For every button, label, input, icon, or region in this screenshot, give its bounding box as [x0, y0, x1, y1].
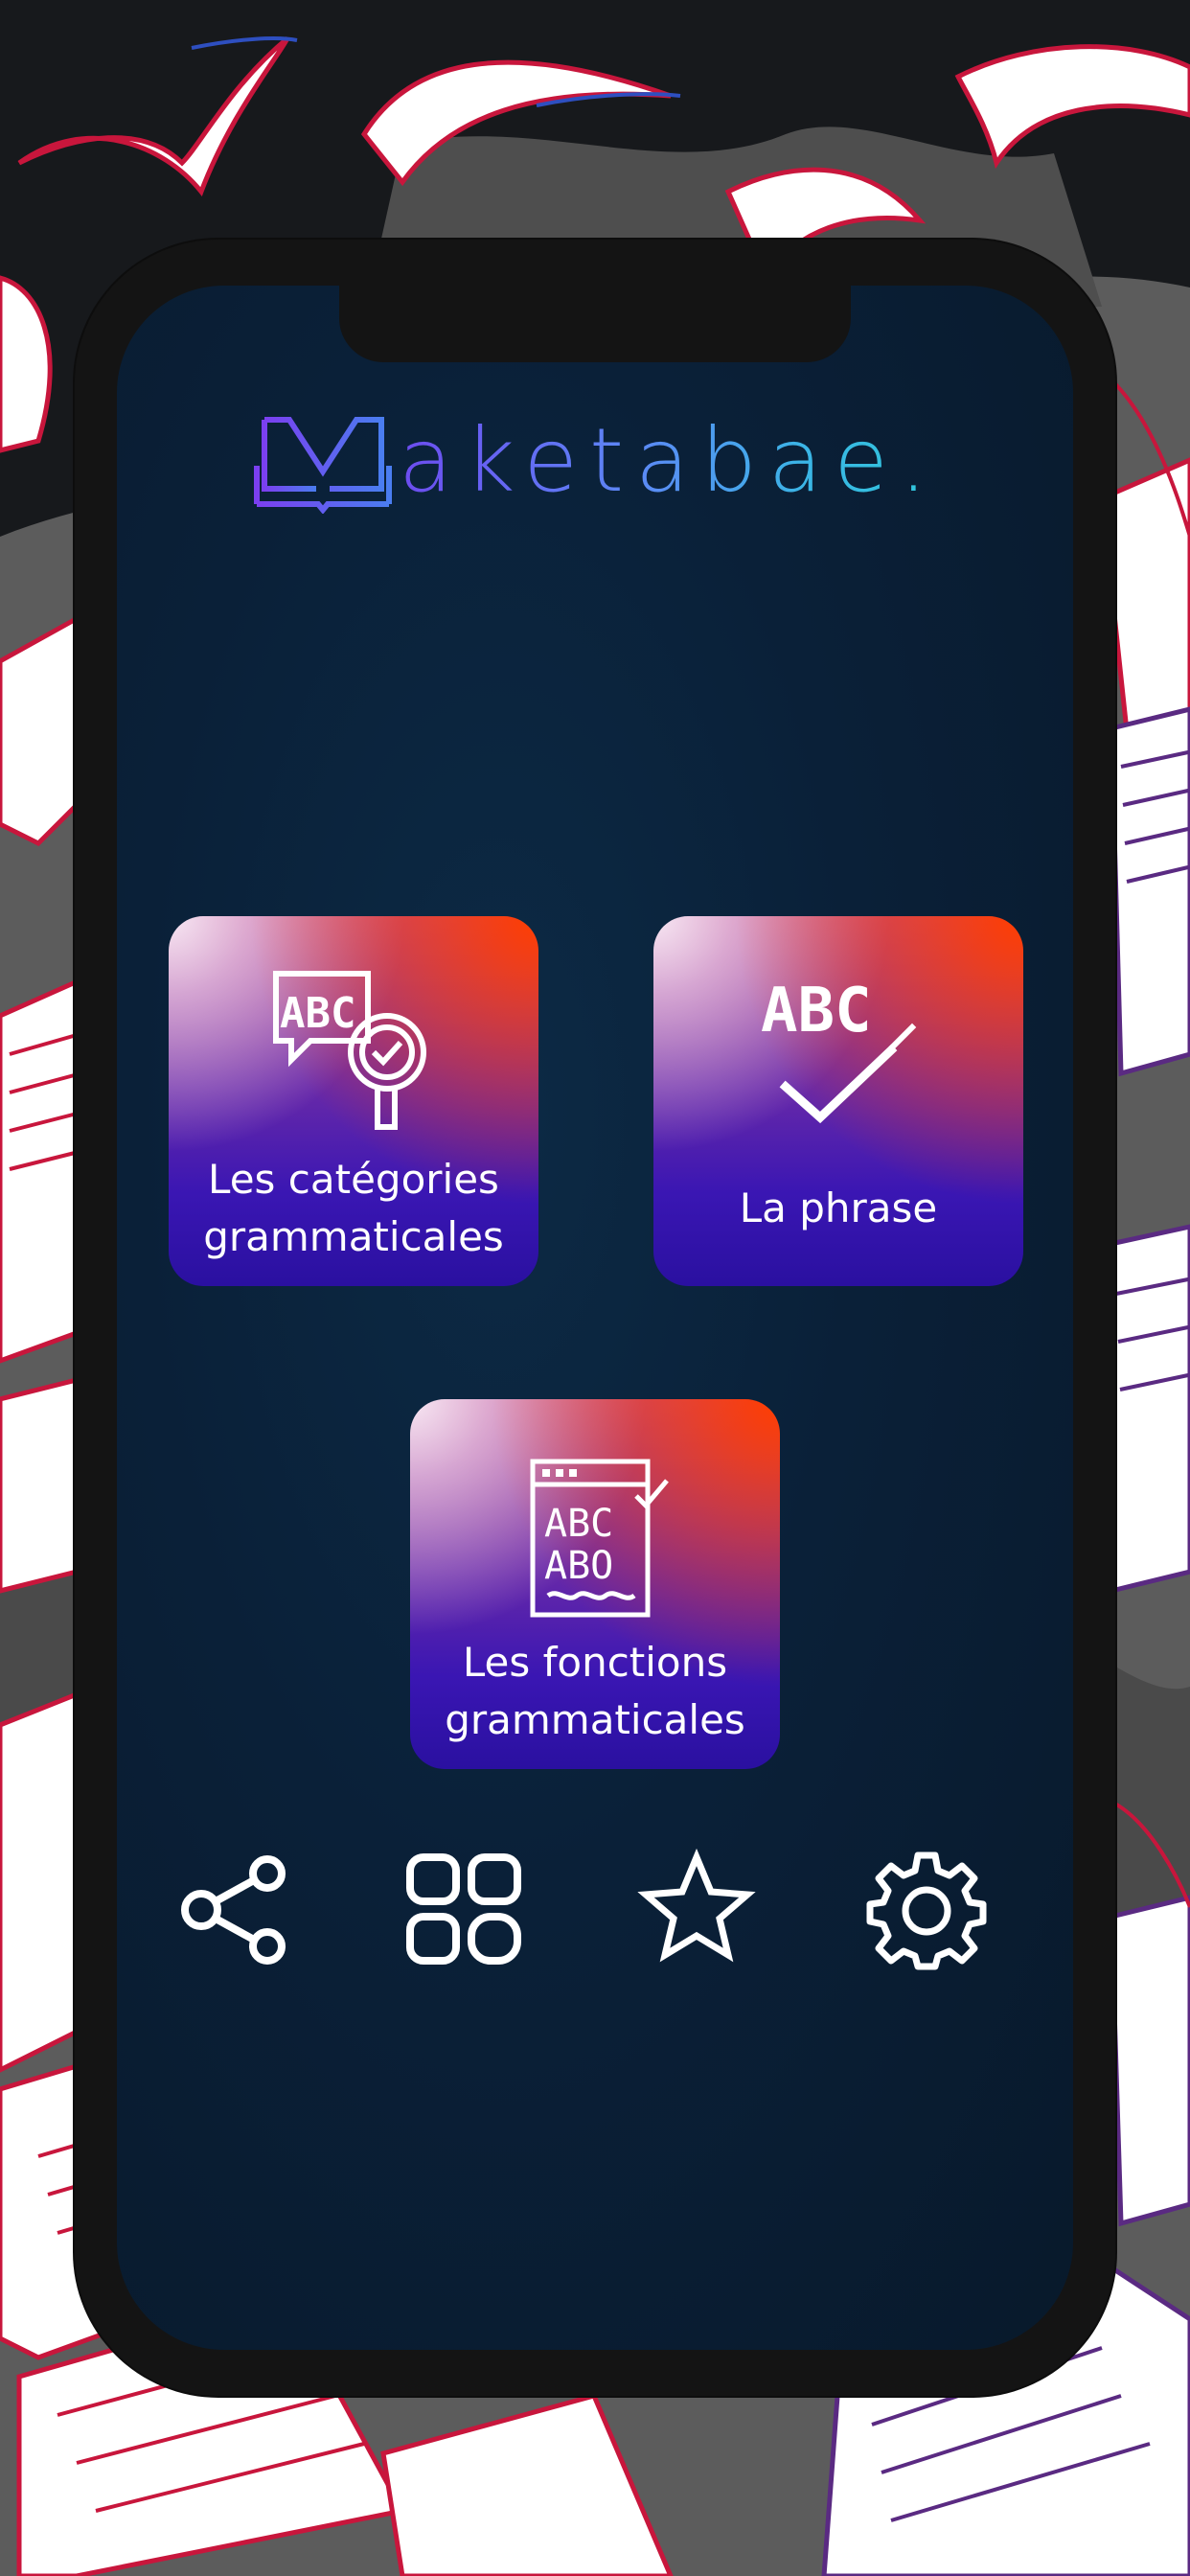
share-icon: [181, 1855, 286, 1965]
abc-check-pencil-icon: ABC: [761, 976, 917, 1124]
tile-label: Les fonctions grammaticales: [445, 1639, 745, 1743]
phone-frame: aketabae. ABC Les catégories grammatical…: [75, 240, 1115, 2396]
share-button[interactable]: [176, 1848, 301, 1972]
abc-document-check-icon: ABC ABO: [530, 1459, 669, 1618]
open-book-m-logo-icon: [254, 417, 392, 514]
tile-label: Les catégories grammaticales: [203, 1156, 504, 1260]
tile-grammatical-categories[interactable]: ABC Les catégories grammaticales: [169, 916, 538, 1286]
doc-icon-text-1: ABC: [544, 1502, 613, 1546]
app-name: aketabae.: [399, 409, 940, 512]
app-logo: aketabae.: [251, 399, 941, 523]
doc-icon-text-2: ABO: [544, 1544, 613, 1588]
phone-notch: [339, 286, 851, 362]
gear-icon: [866, 1852, 987, 1970]
tile-grammatical-functions[interactable]: ABC ABO Les fonctions grammaticales: [410, 1399, 780, 1769]
categories-icon-text: ABC: [280, 989, 355, 1038]
tile-label: La phrase: [739, 1184, 938, 1231]
grid-icon: [406, 1853, 521, 1965]
bottom-action-bar: [155, 1848, 1037, 1982]
abc-magnifier-check-icon: ABC: [273, 971, 426, 1130]
menu-grid-button[interactable]: [402, 1848, 527, 1972]
settings-button[interactable]: [864, 1848, 989, 1972]
tile-sentence[interactable]: ABC La phrase: [653, 916, 1023, 1286]
app-screen: aketabae. ABC Les catégories grammatical…: [117, 286, 1073, 2350]
phrase-icon-text: ABC: [761, 976, 872, 1046]
star-icon: [637, 1848, 756, 1963]
favorites-button[interactable]: [634, 1848, 759, 1972]
